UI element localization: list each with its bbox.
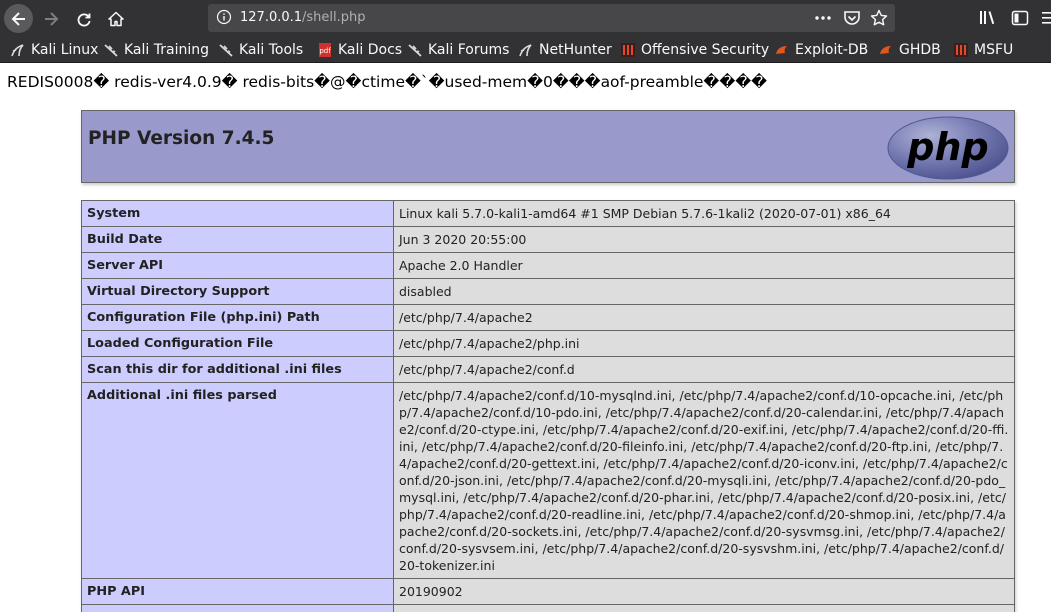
redis-dump-text: REDIS0008� redis-ver4.0.9� redis-bits�@�… — [7, 73, 768, 91]
row-value: Jun 3 2020 20:55:00 — [393, 226, 1015, 253]
bookmark-nethunter[interactable]: NetHunter — [518, 40, 612, 60]
row-key: Scan this dir for additional .ini files — [81, 356, 394, 383]
bookmark-offensive-security[interactable]: Offensive Security — [620, 40, 769, 60]
kali-dragon-icon — [11, 44, 24, 57]
menu-icon[interactable] — [1042, 9, 1051, 27]
row-key: Virtual Directory Support — [81, 278, 394, 305]
url-text[interactable]: 127.0.0.1/shell.php — [240, 10, 366, 25]
bookmark-label: Kali Forums — [428, 42, 510, 58]
row-value: Apache 2.0 Handler — [393, 252, 1015, 279]
kali-dragon-icon — [219, 44, 233, 57]
exploitdb-icon — [776, 46, 787, 54]
row-value: /etc/php/7.4/apache2 — [393, 304, 1015, 331]
bookmark-label: MSFU — [974, 42, 1014, 58]
php-info-table: System Linux kali 5.7.0-kali1-amd64 #1 S… — [81, 200, 1015, 612]
php-version-header: PHP Version 7.4.5 php — [81, 110, 1015, 183]
kali-dragon-icon — [519, 44, 532, 57]
bookmark-label: GHDB — [899, 42, 941, 58]
bookmark-kali-training[interactable]: Kali Training — [103, 40, 209, 60]
row-value: 20190902 — [393, 578, 1015, 605]
bookmark-kali-tools[interactable]: Kali Tools — [218, 40, 303, 60]
bookmark-label: Kali Training — [124, 42, 209, 58]
row-key: Build Date — [81, 226, 394, 253]
php-version-title: PHP Version 7.4.5 — [88, 128, 275, 149]
offsec-icon — [621, 43, 635, 57]
bookmark-kali-forums[interactable]: Kali Forums — [407, 40, 509, 60]
back-arrow-icon — [11, 11, 25, 26]
page-actions-icon[interactable] — [814, 9, 832, 27]
bookmark-msfu[interactable]: MSFU — [953, 40, 1013, 60]
row-key: Loaded Configuration File — [81, 330, 394, 357]
bookmark-label: Offensive Security — [641, 42, 770, 58]
browser-toolbar: 127.0.0.1/shell.php — [0, 0, 1051, 37]
reload-icon — [77, 13, 90, 26]
sidebar-icon[interactable] — [1011, 9, 1029, 27]
php-logo-text: php — [906, 125, 988, 169]
row-value: Linux kali 5.7.0-kali1-amd64 #1 SMP Debi… — [393, 200, 1015, 227]
pocket-icon[interactable] — [843, 9, 861, 27]
bookmark-label: Kali Tools — [239, 42, 304, 58]
kali-dragon-icon — [408, 44, 422, 57]
svg-text:pdf: pdf — [319, 47, 331, 55]
bookmark-kali-docs[interactable]: pdf Kali Docs — [317, 40, 402, 60]
table-row — [81, 604, 1015, 612]
reload-button[interactable] — [69, 4, 98, 33]
table-row: Scan this dir for additional .ini files … — [81, 356, 1015, 383]
table-row: Virtual Directory Support disabled — [81, 278, 1015, 305]
home-button[interactable] — [101, 4, 130, 33]
row-key: PHP API — [81, 578, 394, 605]
bookmark-label: Kali Docs — [338, 42, 403, 58]
table-row: Loaded Configuration File /etc/php/7.4/a… — [81, 330, 1015, 357]
bookmark-kali-linux[interactable]: Kali Linux — [10, 40, 98, 60]
row-key: Configuration File (php.ini) Path — [81, 304, 394, 331]
bookmark-label: NetHunter — [539, 42, 612, 58]
php-logo[interactable]: php — [887, 116, 1009, 180]
kali-docs-icon: pdf — [319, 43, 331, 57]
table-row: Additional .ini files parsed /etc/php/7.… — [81, 382, 1015, 579]
row-key: Additional .ini files parsed — [81, 382, 394, 579]
bookmarks-toolbar: Kali Linux Kali Training Kali Tools pdf … — [0, 37, 1051, 63]
bookmark-exploit-db[interactable]: Exploit-DB — [774, 40, 868, 60]
url-path: /shell.php — [302, 10, 366, 25]
forward-button[interactable] — [36, 4, 65, 33]
url-host: 127.0.0.1 — [240, 10, 303, 25]
exploitdb-icon — [880, 46, 891, 54]
table-row: PHP API 20190902 — [81, 578, 1015, 605]
kali-dragon-icon — [104, 44, 118, 57]
info-icon[interactable] — [216, 9, 232, 25]
row-key: Server API — [81, 252, 394, 279]
table-row: Configuration File (php.ini) Path /etc/p… — [81, 304, 1015, 331]
row-value: /etc/php/7.4/apache2/conf.d — [393, 356, 1015, 383]
forward-arrow-icon — [44, 11, 58, 26]
row-value: /etc/php/7.4/apache2/php.ini — [393, 330, 1015, 357]
row-key — [81, 604, 394, 612]
back-button[interactable] — [4, 4, 33, 33]
home-icon — [107, 11, 124, 26]
bookmark-label: Kali Linux — [31, 42, 99, 58]
row-value: disabled — [393, 278, 1015, 305]
row-key: System — [81, 200, 394, 227]
bookmark-label: Exploit-DB — [795, 42, 869, 58]
offsec-icon — [954, 43, 968, 57]
table-row: Build Date Jun 3 2020 20:55:00 — [81, 226, 1015, 253]
url-bar[interactable]: 127.0.0.1/shell.php — [208, 4, 895, 32]
table-row: Server API Apache 2.0 Handler — [81, 252, 1015, 279]
library-icon[interactable] — [979, 9, 997, 27]
table-row: System Linux kali 5.7.0-kali1-amd64 #1 S… — [81, 200, 1015, 227]
bookmark-star-icon[interactable] — [870, 9, 888, 27]
row-value: /etc/php/7.4/apache2/conf.d/10-mysqlnd.i… — [393, 382, 1015, 579]
bookmark-ghdb[interactable]: GHDB — [878, 40, 941, 60]
row-value — [393, 604, 1015, 612]
